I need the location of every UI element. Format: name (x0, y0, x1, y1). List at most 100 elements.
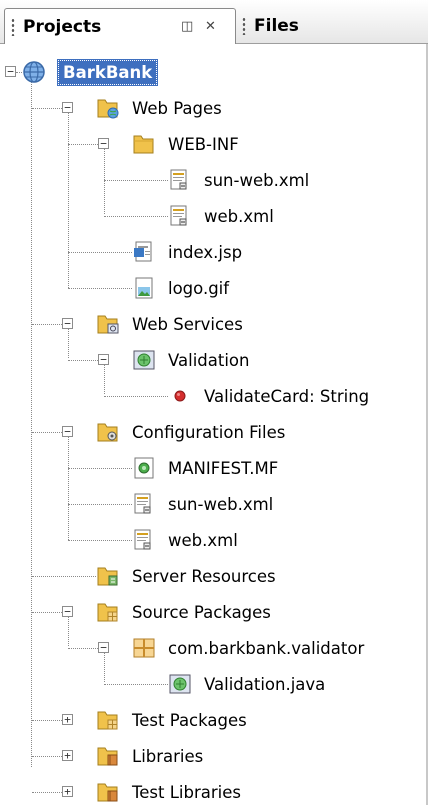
tree-node-web-xml[interactable]: web.xml (168, 201, 274, 231)
tree-branch-line (68, 288, 132, 289)
tree-guide-line (31, 73, 32, 767)
tree-node-web-services[interactable]: Web Services (96, 309, 243, 339)
tree-node-label: Web Pages (132, 98, 222, 118)
tree-node-label: web.xml (168, 530, 238, 550)
tree-guide-line (68, 108, 69, 288)
manifest-file-icon (132, 456, 156, 480)
tree-node-libraries[interactable]: Libraries (96, 741, 203, 771)
tree-branch-line (68, 468, 132, 469)
tree-branch-line (68, 360, 98, 361)
image-file-icon (132, 276, 156, 300)
collapse-toggle[interactable]: − (5, 66, 16, 77)
tree-branch-line (32, 756, 62, 757)
tree-node-label: Configuration Files (132, 422, 286, 442)
tree-guide-line (68, 432, 69, 540)
globe-project-icon (22, 60, 46, 84)
tree-node-label: Test Libraries (132, 782, 241, 802)
tree-branch-line (32, 792, 62, 793)
tree-node-label: MANIFEST.MF (168, 458, 279, 478)
tree-node-test-packages[interactable]: Test Packages (96, 705, 247, 735)
tree-node-manifest[interactable]: MANIFEST.MF (132, 453, 278, 483)
minimize-window-icon[interactable]: ◫ (181, 19, 193, 34)
tree-branch-line (104, 216, 168, 217)
tree-node-label: sun-web.xml (204, 170, 310, 190)
close-tab-icon[interactable]: ✕ (205, 19, 216, 34)
tree-node-configuration-files[interactable]: Configuration Files (96, 417, 285, 447)
tree-branch-line (104, 180, 168, 181)
server-resources-folder-icon (96, 564, 120, 588)
tree-node-validation-service[interactable]: Validation (132, 345, 249, 375)
tree-node-label: Validation.java (204, 674, 326, 694)
tree-node-sun-web-xml[interactable]: sun-web.xml (132, 489, 273, 519)
collapse-toggle[interactable]: − (98, 138, 109, 149)
xml-config-file-icon (168, 204, 192, 228)
collapse-toggle[interactable]: − (62, 102, 73, 113)
xml-config-file-icon (132, 492, 156, 516)
tree-node-label: web.xml (204, 206, 274, 226)
xml-config-file-icon (132, 528, 156, 552)
tree-node-label: WEB-INF (168, 134, 239, 154)
tree-branch-line (68, 648, 98, 649)
tree-node-label: BarkBank (56, 58, 159, 86)
tab-bar: Projects ◫ ✕ Files (0, 0, 428, 44)
project-tree: − BarkBank − Web Pages − WEB-INF sun-web… (0, 44, 428, 805)
tree-node-label: Validation (168, 350, 250, 370)
tree-node-label: logo.gif (168, 278, 230, 298)
tree-node-index-jsp[interactable]: index.jsp (132, 237, 242, 267)
tree-node-validation-java[interactable]: Validation.java (168, 669, 325, 699)
tree-branch-line (32, 576, 96, 577)
tree-node-package-validator[interactable]: com.barkbank.validator (132, 633, 364, 663)
tree-branch-line (68, 504, 132, 505)
web-service-icon (132, 348, 156, 372)
tree-node-label: ValidateCard: String (204, 386, 370, 406)
tree-node-label: Source Packages (132, 602, 271, 622)
xml-config-file-icon (168, 168, 192, 192)
tree-node-label: Libraries (132, 746, 204, 766)
tree-node-test-libraries[interactable]: Test Libraries (96, 777, 241, 807)
collapse-toggle[interactable]: − (62, 426, 73, 437)
operation-dot-icon (168, 384, 192, 408)
tree-branch-line (68, 252, 132, 253)
jsp-file-icon (132, 240, 156, 264)
drag-grip-icon[interactable] (242, 17, 246, 35)
tree-node-barkbank[interactable]: BarkBank (22, 57, 159, 87)
tree-node-sun-web-xml[interactable]: sun-web.xml (168, 165, 309, 195)
test-packages-folder-icon (96, 708, 120, 732)
web-pages-folder-icon (96, 96, 120, 120)
tree-branch-line (104, 396, 168, 397)
test-libraries-folder-icon (96, 780, 120, 804)
web-service-class-icon (168, 672, 192, 696)
tab-files[interactable]: Files (236, 8, 428, 44)
folder-icon (132, 132, 156, 156)
tab-files-label: Files (254, 16, 299, 36)
drag-grip-icon[interactable] (11, 17, 15, 36)
tab-projects[interactable]: Projects ◫ ✕ (4, 8, 236, 44)
package-icon (132, 636, 156, 660)
tree-node-label: com.barkbank.validator (168, 638, 365, 658)
tree-guide-line (104, 144, 105, 214)
tree-node-source-packages[interactable]: Source Packages (96, 597, 271, 627)
tree-node-label: Test Packages (132, 710, 247, 730)
tree-node-label: Server Resources (132, 566, 276, 586)
collapse-toggle[interactable]: − (98, 354, 109, 365)
collapse-toggle[interactable]: − (98, 642, 109, 653)
config-folder-icon (96, 420, 120, 444)
tab-projects-label: Projects (23, 16, 102, 37)
tree-node-web-pages[interactable]: Web Pages (96, 93, 222, 123)
expand-toggle[interactable]: + (62, 750, 73, 761)
tree-branch-line (32, 324, 62, 325)
tree-branch-line (68, 144, 98, 145)
tree-node-label: Web Services (132, 314, 243, 334)
collapse-toggle[interactable]: − (62, 606, 73, 617)
tree-node-web-inf[interactable]: WEB-INF (132, 129, 239, 159)
tree-node-label: sun-web.xml (168, 494, 274, 514)
tree-branch-line (32, 612, 62, 613)
tree-node-web-xml[interactable]: web.xml (132, 525, 238, 555)
tree-branch-line (104, 684, 168, 685)
tree-node-server-resources[interactable]: Server Resources (96, 561, 276, 591)
tree-node-validate-card-operation[interactable]: ValidateCard: String (168, 381, 369, 411)
collapse-toggle[interactable]: − (62, 318, 73, 329)
expand-toggle[interactable]: + (62, 714, 73, 725)
tree-node-logo-gif[interactable]: logo.gif (132, 273, 229, 303)
expand-toggle[interactable]: + (62, 786, 73, 797)
